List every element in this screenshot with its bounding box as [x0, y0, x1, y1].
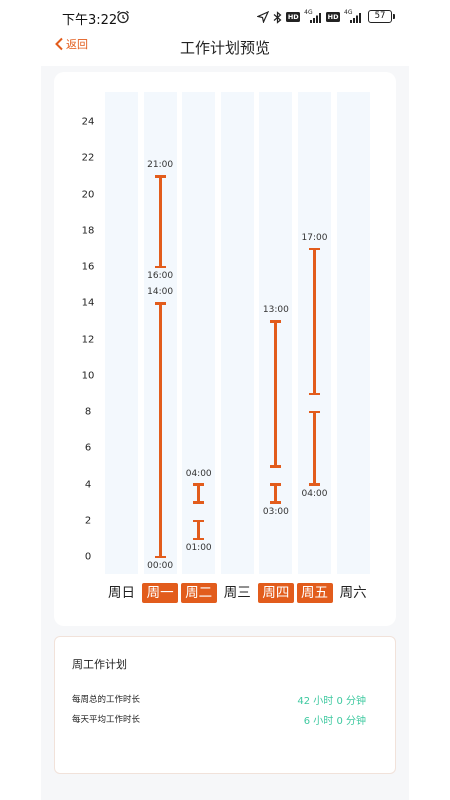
segment-end-time-label: 14:00 — [147, 287, 174, 298]
weekly-total-label: 每周总的工作时长 — [72, 695, 141, 705]
status-time: 下午3:22 — [62, 13, 118, 28]
segment-end-time-label: 21:00 — [147, 160, 174, 171]
status-bar: 下午3:22 HD 4G HD 4G 57 — [0, 0, 450, 34]
summary-row-weekly-total: 每周总的工作时长 42 小时 0 分钟 — [72, 693, 366, 707]
schedule-bar — [313, 248, 316, 394]
day-label-6: 周六 — [339, 585, 367, 601]
segment-start-time-label: 01:00 — [185, 542, 212, 553]
schedule-bar-cap-top — [154, 175, 166, 178]
segment-end-time-label: 17:00 — [301, 232, 328, 243]
schedule-bar-cap-bottom — [270, 501, 282, 504]
y-axis-tick-10: 10 — [81, 370, 95, 382]
schedule-bar — [158, 176, 162, 267]
hd-badge-2: HD — [326, 12, 340, 22]
battery-icon: 57 — [368, 10, 395, 23]
schedule-bar-cap-bottom — [193, 501, 205, 504]
daily-average-value: 6 小时 0 分钟 — [303, 716, 366, 727]
y-axis-tick-24: 24 — [81, 116, 95, 128]
day-label-0: 周日 — [108, 585, 135, 601]
segment-end-time-label: 13:00 — [262, 305, 289, 316]
y-axis-tick-14: 14 — [81, 297, 95, 309]
hd-badge: HD — [286, 12, 301, 22]
schedule-bar-cap-top — [154, 302, 166, 305]
segment-start-time-label: 16:00 — [147, 271, 174, 281]
day-label-4: 周四 — [257, 583, 294, 603]
summary-card: 周工作计划 每周总的工作时长 42 小时 0 分钟 每天平均工作时长 6 小时 … — [54, 636, 396, 774]
segment-start-time-label: 03:00 — [262, 506, 289, 517]
y-axis-tick-8: 8 — [84, 406, 92, 418]
schedule-bar-cap-top — [193, 483, 205, 486]
y-axis-tick-18: 18 — [81, 225, 95, 237]
y-axis-tick-12: 12 — [81, 334, 95, 345]
signal-strength-icon: 4G — [304, 9, 322, 24]
summary-row-daily-average: 每天平均工作时长 6 小时 0 分钟 — [72, 713, 366, 727]
y-axis-tick-4: 4 — [84, 479, 92, 490]
day-label-5: 周五 — [296, 583, 333, 603]
schedule-bar — [158, 303, 162, 557]
schedule-bar-cap-top — [270, 483, 282, 486]
schedule-bar-cap-top — [270, 320, 282, 323]
segment-end-time-label: 04:00 — [185, 468, 212, 479]
y-axis-tick-2: 2 — [84, 515, 92, 527]
schedule-bar — [274, 484, 278, 503]
daily-average-label: 每天平均工作时长 — [72, 715, 141, 725]
y-axis-tick-16: 16 — [81, 261, 95, 273]
schedule-bar — [197, 484, 201, 503]
weekly-total-value: 42 小时 0 分钟 — [297, 696, 366, 707]
schedule-bar-cap-bottom — [309, 392, 320, 396]
y-axis-tick-6: 6 — [84, 442, 92, 454]
schedule-bar-cap-bottom — [309, 483, 320, 486]
day-column-6 — [336, 92, 370, 574]
alarm-clock-icon — [117, 10, 129, 24]
schedule-bar — [197, 520, 201, 539]
status-icons: HD 4G HD 4G — [257, 9, 362, 25]
summary-title: 周工作计划 — [72, 658, 127, 671]
nav-bar: 返回 工作计划预览 — [0, 34, 450, 60]
schedule-bar — [274, 321, 278, 467]
day-column-0 — [105, 92, 138, 574]
segment-start-time-label: 00:00 — [147, 561, 174, 571]
segment-start-time-label: 04:00 — [301, 488, 328, 499]
location-icon — [257, 11, 270, 23]
schedule-bar-cap-bottom — [193, 537, 205, 541]
schedule-bar-cap-top — [309, 410, 320, 414]
day-label-1: 周一 — [142, 583, 179, 603]
schedule-bar-cap-bottom — [154, 265, 166, 269]
day-column-3 — [220, 92, 254, 574]
schedule-bar-cap-top — [309, 247, 320, 251]
schedule-bar-cap-bottom — [154, 555, 166, 559]
day-label-3: 周三 — [223, 585, 251, 601]
schedule-bar — [313, 412, 316, 485]
bluetooth-icon — [273, 10, 282, 24]
page-title: 工作计划预览 — [179, 39, 270, 57]
y-axis-tick-20: 20 — [81, 189, 95, 200]
y-axis-tick-0: 0 — [84, 551, 92, 563]
day-label-2: 周二 — [180, 583, 217, 603]
schedule-bar-cap-bottom — [270, 465, 282, 468]
signal-strength-icon-2: 4G — [344, 9, 362, 24]
y-axis-tick-22: 22 — [81, 152, 95, 164]
schedule-bar-cap-top — [193, 519, 205, 523]
